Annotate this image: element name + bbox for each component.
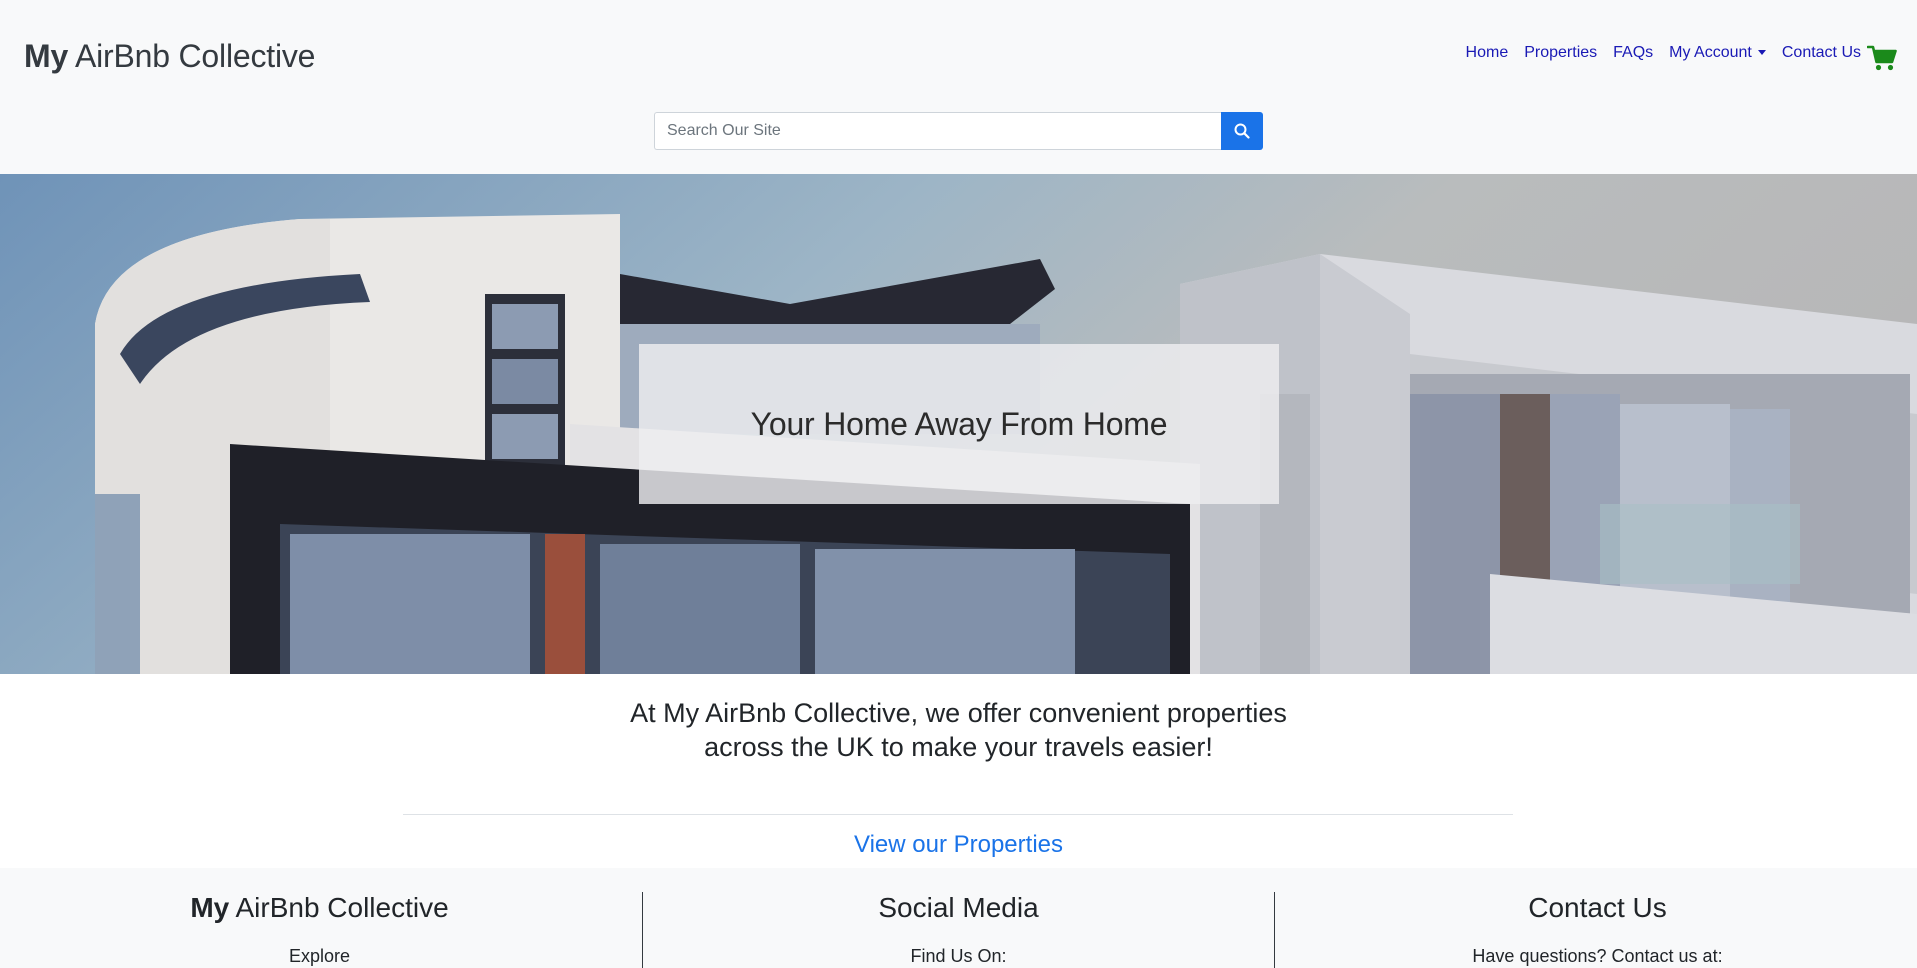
main-nav: Home Properties FAQs My Account Contact … [1466, 42, 1861, 64]
search-button[interactable] [1221, 112, 1263, 150]
chevron-down-icon [1757, 50, 1766, 56]
footer-brand-title: My AirBnb Collective [0, 890, 639, 926]
brand-logo[interactable]: My AirBnb Collective [24, 36, 315, 76]
footer-find-us-label: Find Us On: [910, 946, 1007, 966]
hero-caption-box: Your Home Away From Home [639, 344, 1279, 504]
site-header: My AirBnb Collective Home Properties FAQ… [0, 0, 1917, 174]
shopping-cart-icon-graphic [1866, 45, 1897, 71]
brand-bold: My [24, 38, 69, 74]
search-icon [1234, 123, 1250, 139]
brand-text: AirBnb Collective [68, 38, 316, 74]
search-input[interactable] [654, 112, 1221, 150]
nav-my-account[interactable]: My Account [1669, 42, 1766, 64]
footer-col-contact: Contact Us Have questions? Contact us at… [1278, 868, 1917, 967]
footer-contact-title: Contact Us [1528, 892, 1667, 923]
section-divider [403, 814, 1513, 815]
footer-brand-bold: My [190, 892, 230, 923]
footer-brand-text: AirBnb Collective [229, 892, 449, 923]
search-form [654, 112, 1263, 150]
nav-faqs[interactable]: FAQs [1613, 42, 1653, 64]
shopping-cart-icon[interactable] [1866, 44, 1897, 72]
hero-title: Your Home Away From Home [750, 405, 1168, 442]
nav-my-account-label: My Account [1669, 44, 1752, 61]
view-properties-link[interactable]: View our Properties [0, 830, 1917, 860]
intro-text: At My AirBnb Collective, we offer conven… [630, 698, 1287, 762]
nav-contact-us[interactable]: Contact Us [1782, 42, 1861, 64]
intro-section: At My AirBnb Collective, we offer conven… [0, 674, 1917, 764]
footer-social-title: Social Media [878, 892, 1039, 923]
hero-banner: Your Home Away From Home [0, 174, 1917, 674]
footer-separator [1274, 892, 1275, 968]
footer-contact-label: Have questions? Contact us at: [1472, 946, 1723, 966]
nav-properties[interactable]: Properties [1524, 42, 1597, 64]
nav-home[interactable]: Home [1466, 42, 1509, 64]
footer-explore-label: Explore [288, 946, 351, 966]
site-footer: My AirBnb Collective Explore Social Medi… [0, 868, 1917, 968]
footer-col-brand: My AirBnb Collective Explore [0, 868, 639, 967]
footer-col-social: Social Media Find Us On: [639, 868, 1278, 967]
